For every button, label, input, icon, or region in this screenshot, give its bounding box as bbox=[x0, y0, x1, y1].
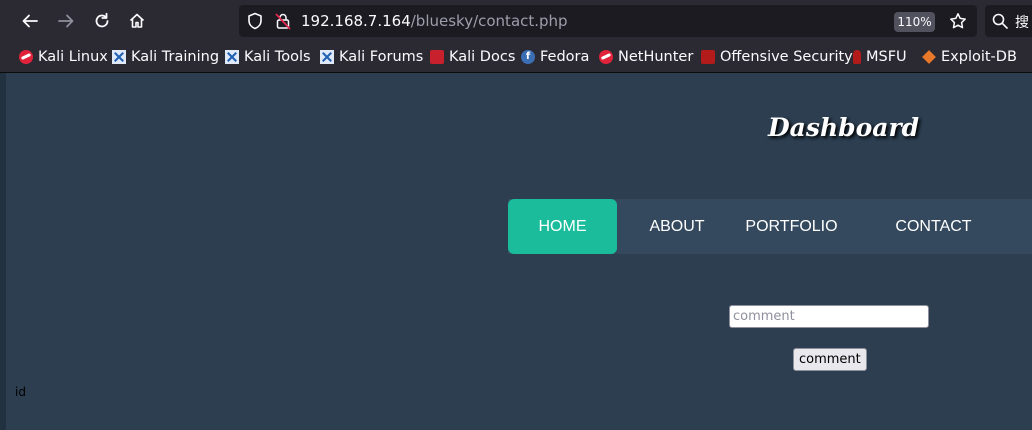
bookmark-exploit-db[interactable]: Exploit-DB bbox=[922, 47, 1017, 67]
address-bar[interactable]: 192.168.7.164/bluesky/contact.php 110% bbox=[239, 5, 977, 37]
bookmark-kali-forums[interactable]: Kali Forums bbox=[320, 47, 423, 67]
back-button[interactable] bbox=[17, 8, 43, 34]
bookmark-kali-docs[interactable]: Kali Docs bbox=[430, 47, 515, 67]
page-content: Dashboard HOME ABOUT PORTFOLIO CONTACT c… bbox=[0, 73, 1032, 430]
kali-tools-icon bbox=[225, 50, 239, 64]
kali-docs-icon bbox=[430, 50, 444, 64]
bookmark-msfu[interactable]: MSFU bbox=[853, 47, 907, 67]
site-brand[interactable]: Dashboard bbox=[768, 113, 919, 142]
bookmark-label: Kali Tools bbox=[244, 49, 311, 65]
url-host: 192.168.7.164 bbox=[301, 12, 411, 30]
bookmark-fedora[interactable]: f Fedora bbox=[521, 47, 589, 67]
forward-button[interactable] bbox=[53, 8, 79, 34]
comment-input[interactable] bbox=[729, 305, 929, 328]
bookmark-star-icon[interactable] bbox=[949, 12, 967, 30]
insecure-lock-icon[interactable] bbox=[275, 12, 291, 30]
nav-contact[interactable]: CONTACT bbox=[886, 199, 981, 254]
kali-tools-icon bbox=[320, 50, 334, 64]
fedora-icon: f bbox=[521, 50, 535, 64]
offsec-icon bbox=[701, 50, 715, 64]
bookmark-label: Kali Forums bbox=[339, 49, 424, 65]
bookmark-offensive-security[interactable]: Offensive Security bbox=[701, 47, 853, 67]
search-bar[interactable]: 搜 bbox=[985, 5, 1032, 37]
url-path: /bluesky/contact.php bbox=[410, 12, 568, 30]
browser-toolbar: 192.168.7.164/bluesky/contact.php 110% 搜 bbox=[0, 0, 1032, 42]
msfu-icon bbox=[853, 50, 861, 64]
search-icon bbox=[992, 13, 1008, 29]
bookmark-label: Kali Docs bbox=[449, 49, 516, 65]
url-text: 192.168.7.164/bluesky/contact.php bbox=[301, 12, 568, 30]
comment-submit-button[interactable]: comment bbox=[793, 348, 867, 371]
reload-icon bbox=[95, 12, 109, 28]
arrow-left-icon bbox=[22, 14, 38, 28]
arrow-right-icon bbox=[58, 14, 74, 28]
page-edge bbox=[0, 73, 6, 430]
exploit-db-icon bbox=[922, 50, 936, 64]
kali-dragon-icon bbox=[19, 50, 33, 64]
home-icon bbox=[129, 13, 145, 28]
main-nav: HOME ABOUT PORTFOLIO CONTACT bbox=[508, 199, 1032, 254]
bookmark-label: Kali Training bbox=[131, 49, 220, 65]
kali-tools-icon bbox=[112, 50, 126, 64]
bookmark-nethunter[interactable]: NetHunter bbox=[599, 47, 693, 67]
nav-about[interactable]: ABOUT bbox=[636, 199, 718, 254]
bookmark-label: NetHunter bbox=[618, 49, 694, 65]
nav-home[interactable]: HOME bbox=[508, 199, 617, 254]
reload-button[interactable] bbox=[89, 8, 115, 34]
kali-dragon-icon bbox=[599, 50, 613, 64]
bookmark-kali-tools[interactable]: Kali Tools bbox=[225, 47, 311, 67]
bookmark-kali-training[interactable]: Kali Training bbox=[112, 47, 219, 67]
bookmark-label: Offensive Security bbox=[720, 49, 853, 65]
nav-portfolio[interactable]: PORTFOLIO bbox=[738, 199, 845, 254]
zoom-level-badge[interactable]: 110% bbox=[894, 12, 935, 32]
bookmark-label: Fedora bbox=[540, 49, 590, 65]
id-text: id bbox=[15, 385, 26, 399]
home-button[interactable] bbox=[124, 8, 150, 34]
bookmark-label: Exploit-DB bbox=[941, 49, 1017, 65]
shield-icon[interactable] bbox=[247, 12, 263, 30]
bookmarks-toolbar: Kali Linux Kali Training Kali Tools Kali… bbox=[0, 42, 1032, 73]
bookmark-kali-linux[interactable]: Kali Linux bbox=[19, 47, 108, 67]
bookmark-label: MSFU bbox=[866, 49, 907, 65]
search-placeholder: 搜 bbox=[1015, 15, 1029, 31]
bookmark-label: Kali Linux bbox=[38, 49, 108, 65]
